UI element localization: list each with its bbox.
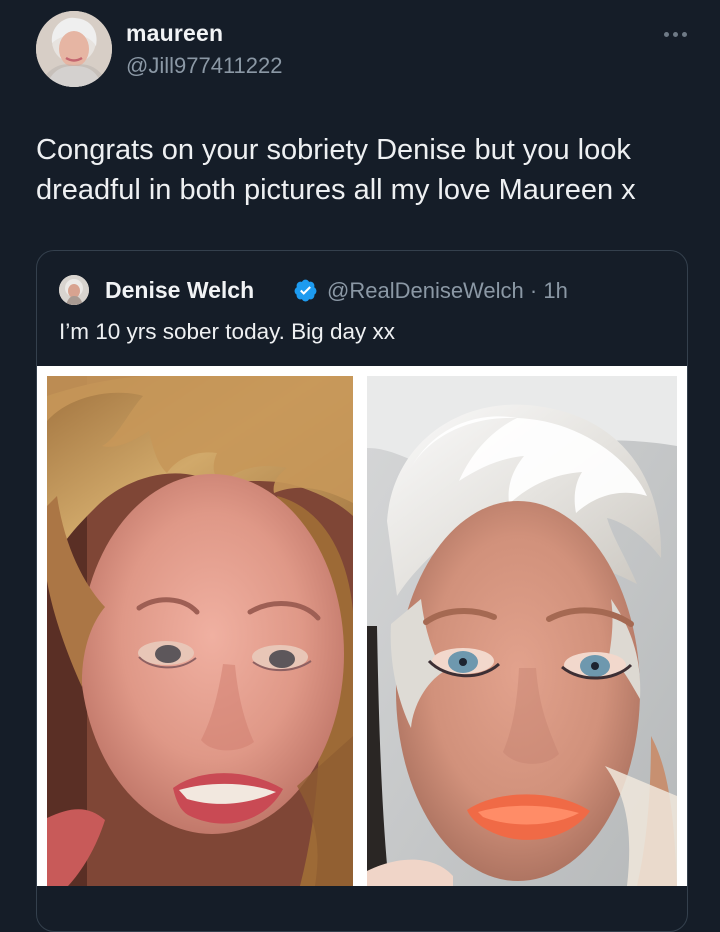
tweet-text: Congrats on your sobriety Denise but you… <box>36 134 636 206</box>
quoted-tweet-text: I’m 10 yrs sober today. Big day xx <box>59 319 395 344</box>
tweet[interactable]: maureen @Jill977411222 Congrats on your … <box>0 0 720 932</box>
more-horizontal-icon[interactable] <box>664 32 688 38</box>
quoted-author-handle-time[interactable]: @RealDeniseWelch · 1h <box>327 278 568 304</box>
author-handle[interactable]: @Jill977411222 <box>126 53 282 79</box>
author-name[interactable]: maureen <box>126 20 223 47</box>
quoted-author-name[interactable]: Denise Welch <box>105 277 254 304</box>
left-photo-panel[interactable] <box>37 366 362 886</box>
author-avatar[interactable] <box>36 11 112 87</box>
before-photo[interactable] <box>47 376 353 886</box>
quoted-tweet[interactable]: Denise Welch @RealDeniseWelch · 1h I’m 1… <box>36 250 688 932</box>
right-photo-panel[interactable] <box>362 366 687 886</box>
verified-badge-icon <box>293 278 318 303</box>
quoted-author-avatar[interactable] <box>59 275 89 305</box>
after-photo[interactable] <box>367 376 677 886</box>
